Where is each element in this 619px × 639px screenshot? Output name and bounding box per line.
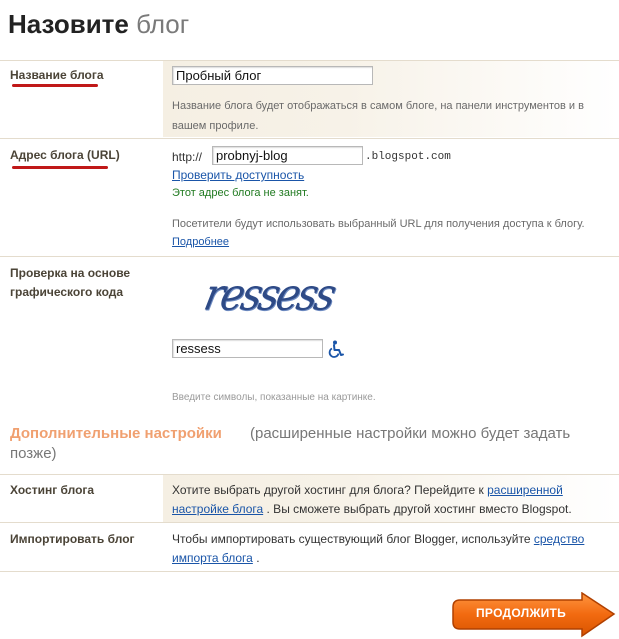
advanced-setup-link[interactable]: расширенной xyxy=(487,483,563,497)
blog-url-input[interactable] xyxy=(212,146,363,165)
import-text-after: . xyxy=(256,551,260,565)
blog-url-hint: Посетители будут использовать выбранный … xyxy=(172,218,585,230)
divider xyxy=(0,256,619,257)
hosting-text-before: Хотите выбрать другой хостинг для блога?… xyxy=(172,483,484,497)
blog-name-input[interactable] xyxy=(172,66,373,85)
url-status: Этот адрес блога не занят. xyxy=(172,187,309,199)
page-title: Назовите блог xyxy=(8,8,189,40)
hosting-text-after: . Вы сможете выбрать другой хостинг вмес… xyxy=(266,502,572,516)
advanced-settings-title: Дополнительные настройки xyxy=(10,425,222,442)
import-tool-link-cont[interactable]: импорта блога xyxy=(172,551,253,565)
captcha-hint: Введите символы, показанные на картинке. xyxy=(172,392,376,403)
import-label: Импортировать блог xyxy=(10,532,135,546)
captcha-input[interactable] xyxy=(172,339,323,358)
captcha-label-line1: Проверка на основе xyxy=(10,266,131,280)
page-title-strong: Назовите xyxy=(8,9,129,39)
continue-button-label: ПРОДОЛЖИТЬ xyxy=(476,606,567,620)
import-text-before: Чтобы импортировать существующий блог Bl… xyxy=(172,532,531,546)
captcha-label-line2: графического кода xyxy=(10,285,124,299)
url-suffix: .blogspot.com xyxy=(365,151,451,163)
captcha-image-text: ressess xyxy=(199,269,338,321)
wheelchair-icon[interactable] xyxy=(327,340,345,358)
annotation-underline xyxy=(12,84,98,87)
divider xyxy=(0,138,619,139)
blog-name-hint: Название блога будет отображаться в само… xyxy=(172,100,584,132)
annotation-underline xyxy=(12,166,108,169)
continue-button[interactable]: ПРОДОЛЖИТЬ xyxy=(452,591,616,638)
advanced-settings-subtitle-cont: позже) xyxy=(10,445,57,462)
blog-name-label: Название блога xyxy=(10,68,104,82)
import-tool-link[interactable]: средство xyxy=(534,532,585,546)
captcha-image: ressess xyxy=(200,266,338,328)
hosting-text: Хотите выбрать другой хостинг для блога?… xyxy=(172,481,612,519)
check-availability-link[interactable]: Проверить доступность xyxy=(172,167,304,183)
hosting-label: Хостинг блога xyxy=(10,483,95,497)
blog-url-label: Адрес блога (URL) xyxy=(10,148,120,162)
divider xyxy=(0,571,619,572)
more-info-link[interactable]: Подробнее xyxy=(172,234,229,250)
url-prefix: http:// xyxy=(172,150,203,164)
divider xyxy=(0,522,619,523)
import-text: Чтобы импортировать существующий блог Bl… xyxy=(172,530,612,568)
page-title-light: блог xyxy=(136,9,190,39)
advanced-settings-subtitle: (расширенные настройки можно будет задат… xyxy=(250,425,571,442)
advanced-setup-link-cont[interactable]: настройке блога xyxy=(172,502,263,516)
